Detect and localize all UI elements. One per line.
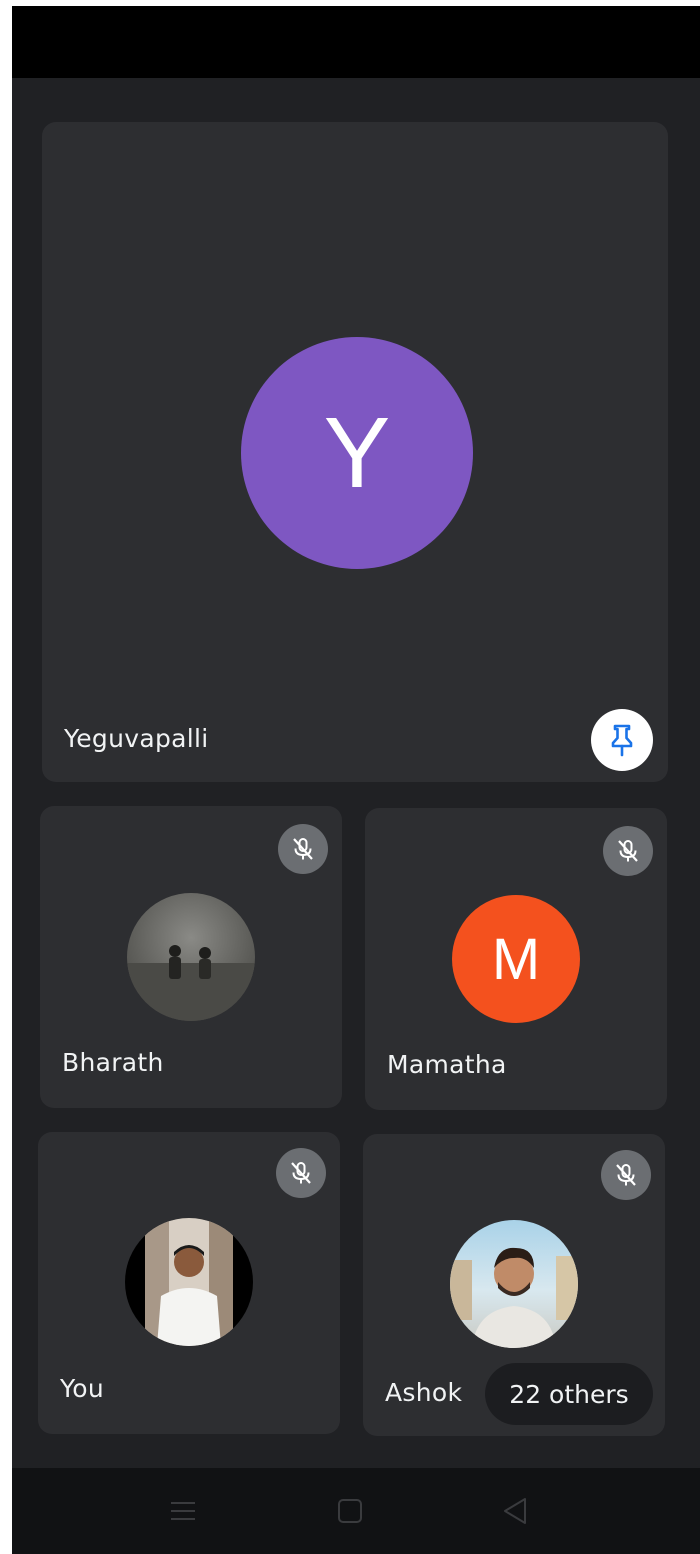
participant-name: Bharath <box>62 1048 164 1077</box>
avatar: Y <box>241 337 473 569</box>
participant-name: Mamatha <box>387 1050 507 1079</box>
participant-name: Ashok <box>385 1378 463 1407</box>
menu-button[interactable] <box>158 1486 208 1536</box>
mic-off-icon <box>293 838 313 860</box>
meeting-screen: Y Yeguvapalli Bharath M Mamatha You Asho… <box>12 6 700 1554</box>
status-bar <box>12 6 700 78</box>
avatar-photo <box>145 1218 233 1346</box>
mic-off-indicator <box>603 826 653 876</box>
mic-off-indicator <box>278 824 328 874</box>
home-button[interactable] <box>325 1486 375 1536</box>
avatar-initial: M <box>491 926 541 992</box>
participant-name: Yeguvapalli <box>64 724 209 753</box>
pin-icon <box>611 724 633 757</box>
participant-name: You <box>60 1374 104 1403</box>
menu-icon <box>171 1502 195 1520</box>
mic-off-icon <box>618 840 638 862</box>
back-icon <box>504 1498 526 1524</box>
avatar: M <box>452 895 580 1023</box>
back-button[interactable] <box>490 1486 540 1536</box>
mic-off-icon <box>616 1164 636 1186</box>
others-label: 22 others <box>509 1379 629 1409</box>
participant-tile-you[interactable]: You <box>38 1132 340 1434</box>
home-icon <box>338 1499 362 1523</box>
avatar <box>125 1218 253 1346</box>
mic-off-indicator <box>601 1150 651 1200</box>
mic-off-icon <box>291 1162 311 1184</box>
avatar <box>127 893 255 1021</box>
navigation-bar <box>12 1468 700 1554</box>
avatar-photo <box>450 1247 578 1348</box>
avatar-photo <box>127 945 255 1021</box>
participant-tile-bharath[interactable]: Bharath <box>40 806 342 1108</box>
pin-button[interactable] <box>591 709 653 771</box>
mic-off-indicator <box>276 1148 326 1198</box>
others-button[interactable]: 22 others <box>485 1363 653 1425</box>
main-participant-tile[interactable]: Y Yeguvapalli <box>42 122 668 782</box>
avatar-initial: Y <box>323 396 391 509</box>
participant-tile-mamatha[interactable]: M Mamatha <box>365 808 667 1110</box>
avatar <box>450 1220 578 1348</box>
